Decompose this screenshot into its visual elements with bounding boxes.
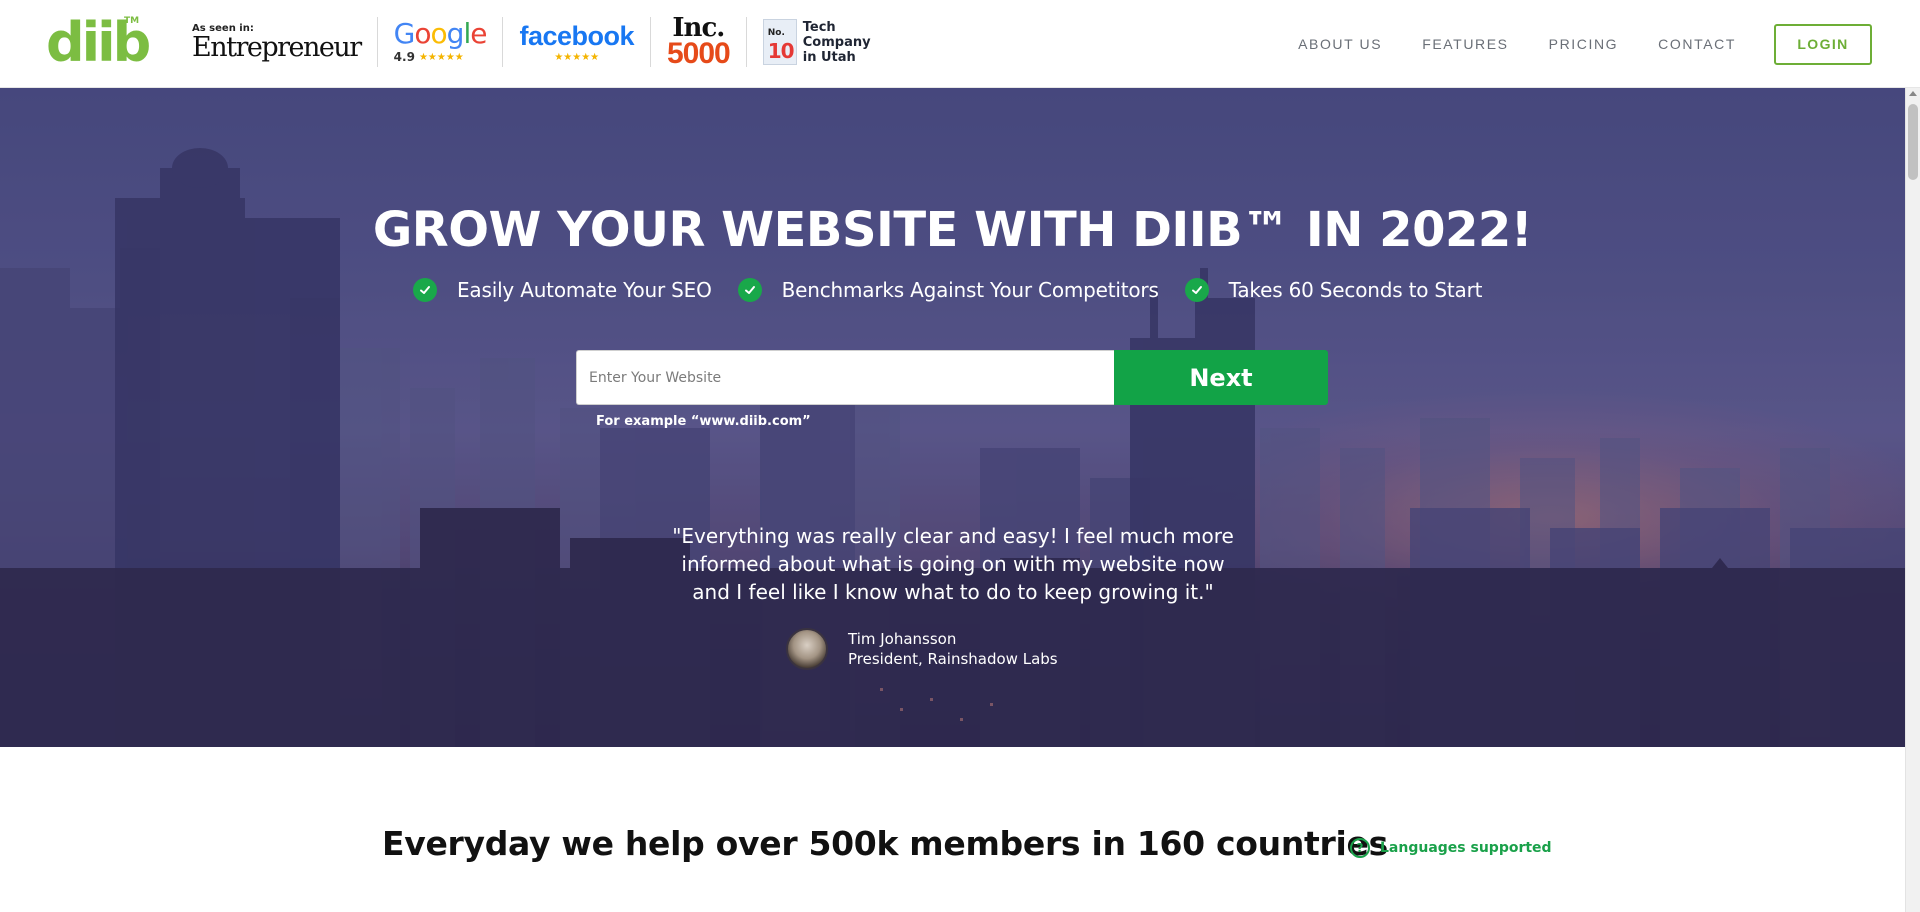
hero-section: GROW YOUR WEBSITE WITH DIIB™ IN 2022! Ea… (0, 88, 1905, 747)
logo-trademark: TM (124, 16, 140, 26)
star-icon: ★★★★★ (554, 51, 600, 63)
google-rating: Google 4.9 ★★★★★ (378, 17, 504, 67)
google-wordmark: Google (393, 17, 488, 50)
star-icon: ★★★★★ (418, 51, 464, 63)
testimonial-author: Tim Johansson President, Rainshadow Labs (786, 628, 1058, 670)
question-circle-icon: ? (1350, 838, 1370, 858)
nav-pricing[interactable]: PRICING (1549, 36, 1619, 52)
example-hint: For example “www.diib.com” (596, 414, 811, 429)
nav-about-us[interactable]: ABOUT US (1298, 36, 1382, 52)
diib-logo[interactable]: diib TM (46, 14, 151, 72)
languages-supported-label: Languages supported (1380, 840, 1552, 856)
login-button[interactable]: LOGIN (1774, 23, 1872, 65)
nav-features[interactable]: FEATURES (1422, 36, 1508, 52)
next-button[interactable]: Next (1114, 350, 1328, 405)
author-info: Tim Johansson President, Rainshadow Labs (848, 629, 1058, 669)
benefit-text: Easily Automate Your SEO (457, 278, 712, 302)
checkmark-icon (1184, 278, 1209, 302)
page-scrollbar[interactable] (1905, 88, 1920, 912)
benefit-text: Benchmarks Against Your Competitors (781, 278, 1159, 302)
avatar (786, 628, 828, 670)
benefit-item: Easily Automate Your SEO (413, 278, 712, 302)
nav-contact[interactable]: CONTACT (1658, 36, 1736, 52)
press-logos: As seen in: Entrepreneur Google 4.9 ★★★★… (192, 14, 887, 70)
author-name: Tim Johansson (848, 630, 957, 648)
tech-company-text: Tech Company in Utah (802, 19, 871, 65)
checkmark-icon (413, 278, 437, 302)
author-title: President, Rainshadow Labs (848, 650, 1058, 668)
google-rating-row: 4.9 ★★★★★ (394, 50, 487, 64)
languages-supported-link[interactable]: ? Languages supported (1350, 838, 1552, 858)
scrollbar-thumb[interactable] (1908, 104, 1918, 180)
website-url-input[interactable] (576, 350, 1114, 405)
website-search-form: Next (576, 350, 1328, 405)
entrepreneur-wordmark: Entrepreneur (192, 31, 362, 63)
inc-5000-number: 5000 (667, 37, 731, 70)
checkmark-icon (737, 278, 762, 302)
ranking-badge-icon: No. 10 (762, 19, 797, 65)
benefit-text: Takes 60 Seconds to Start (1228, 278, 1483, 302)
inc-5000-logo: Inc. 5000 (651, 15, 747, 70)
testimonial-quote: "Everything was really clear and easy! I… (672, 524, 1234, 604)
benefit-list: Easily Automate Your SEO Benchmarks Agai… (413, 278, 1508, 302)
hero-title: GROW YOUR WEBSITE WITH DIIB™ IN 2022! (372, 202, 1533, 258)
members-headline: Everyday we help over 500k members in 16… (382, 824, 1388, 863)
benefit-item: Takes 60 Seconds to Start (1184, 278, 1483, 302)
facebook-rating: facebook ★★★★★ (503, 17, 651, 67)
facebook-wordmark: facebook (519, 20, 634, 51)
scroll-up-arrow-icon[interactable] (1909, 91, 1917, 96)
main-nav: ABOUT US FEATURES PRICING CONTACT LOGIN (1298, 0, 1920, 88)
entrepreneur-logo: As seen in: Entrepreneur (192, 17, 378, 67)
google-rating-value: 4.9 (393, 50, 415, 64)
site-header: diib TM As seen in: Entrepreneur Google … (0, 0, 1920, 88)
tech-company-badge: No. 10 Tech Company in Utah (747, 17, 887, 67)
benefit-item: Benchmarks Against Your Competitors (737, 278, 1159, 302)
